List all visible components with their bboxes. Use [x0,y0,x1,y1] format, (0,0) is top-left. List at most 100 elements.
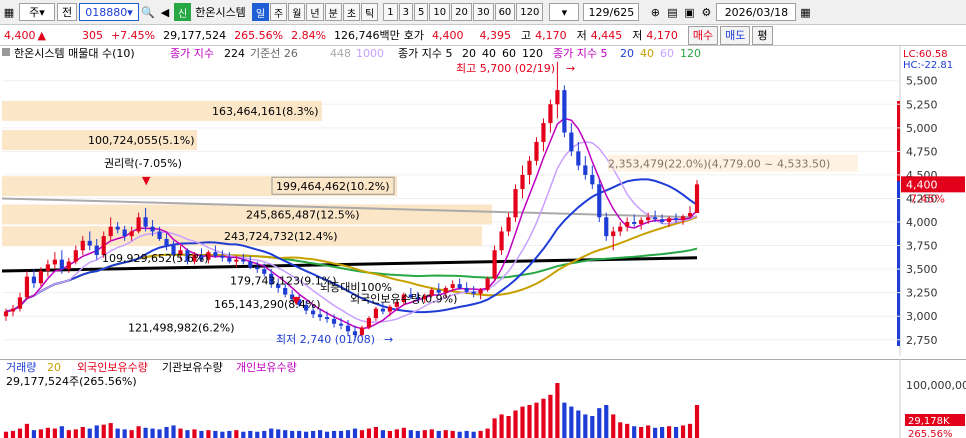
interval-button[interactable]: 1 [383,3,398,21]
volume-bar [317,430,323,438]
period-button[interactable]: 주 [270,3,288,21]
candle-body [150,226,155,232]
price-chart[interactable]: 한온시스템 매물대 수(10) 종가 지수 224 기준선 26 448 1000 종가 지… [0,46,966,356]
buy-button[interactable]: 매수 [687,25,719,45]
grid-icon[interactable]: ▦ [1,4,17,20]
volume-bar [331,430,337,438]
volume-profile-label: 121,498,982(6.2%) [128,322,235,335]
event-arrow: ▼ [292,294,301,307]
interval-button[interactable]: 120 [516,3,544,21]
candle-body [3,311,9,317]
interval-dropdown[interactable]: ▾ [549,3,580,21]
candle-body [520,174,525,190]
volume-bar [359,430,365,438]
volume-bar [255,431,260,438]
volume-bar [199,430,204,438]
legend-ma-period2: 40 [640,47,654,60]
candle-body [499,231,504,251]
candle-body [694,184,700,214]
volume-bar [3,431,9,438]
save-icon[interactable]: ▣ [681,4,697,20]
candle-body [373,308,379,319]
candle-body [234,259,239,262]
interval-button[interactable]: 60 [494,3,516,21]
market-select[interactable]: 주 ▾ [19,3,55,21]
volume-y-tick: 100,000,00 [906,379,966,392]
y-tick-label: 4,750 [906,145,938,158]
volume-bar [101,424,106,438]
legend-ma-period2: 20 [620,47,634,60]
legend-ma-group2: 종가 지수 5 [553,47,607,60]
candle-body [331,319,337,324]
volume-value-label: 29,177,524주(265.56%) [6,375,137,388]
volume-legend-item: 20 [47,361,61,374]
volume-bar [269,428,274,438]
min-label: 최저 2,740 (01/08) [276,333,375,346]
code-input[interactable]: 018880 ▾ [79,3,139,21]
pin-icon[interactable]: ⊕ [647,4,663,20]
period-button[interactable]: 년 [306,3,324,21]
volume-chart[interactable]: 거래량 20 외국인보유수량 기관보유수량 개인보유수량 29,177,524주(265.… [0,359,966,438]
volume-bar [80,427,85,438]
lc-indicator: LC:60.58 [903,49,948,60]
amount: 126,746백만 [334,29,400,42]
date-field[interactable]: 2026/03/18 [716,3,797,21]
sell-button[interactable]: 매도 [720,25,751,45]
period-button[interactable]: 분 [324,3,342,21]
speaker-icon[interactable]: ◀ [157,4,173,20]
interval-button[interactable]: 20 [451,3,472,21]
volume-bar [352,428,358,438]
candle-body [457,284,462,288]
candle-body [255,267,260,270]
volume-bar [115,428,120,438]
candle-body [450,284,455,288]
candle-body [115,226,120,230]
candle-body [73,250,78,262]
candle-body [653,217,658,220]
overlay-label: 외국인보유수량(0.9%) [350,292,457,305]
candle-body [31,276,37,284]
period-button[interactable]: 초 [342,3,361,21]
interval-button[interactable]: 30 [472,3,494,21]
interval-button[interactable]: 10 [429,3,451,21]
candle-body [478,289,483,294]
candle-body [485,278,490,290]
candle-body [213,252,218,256]
volume-bar [31,430,37,438]
candle-body [157,231,162,239]
flat-button[interactable]: 평 [752,25,773,45]
sub-select[interactable]: 전 [57,3,77,21]
candle-body [541,123,546,142]
period-button[interactable]: 월 [288,3,306,21]
period-button[interactable]: 틱 [361,3,379,21]
search-icon[interactable]: 🔍 [140,4,156,20]
candle-body [576,151,581,166]
sub-select-label: 전 [61,6,73,19]
chart-icon[interactable]: ▤ [664,4,680,20]
volume-profile-label: 243,724,732(12.4%) [224,230,338,243]
volume-bar [422,430,427,438]
candle-body [136,217,141,232]
candle-body [639,220,644,224]
volume-bar [185,430,190,438]
volume-bar [387,430,392,438]
volume-bar [520,406,525,438]
period-button[interactable]: 일 [251,3,270,21]
interval-button[interactable]: 3 [398,3,413,21]
volume-bar [666,426,672,438]
current-pct-label: 7.45% [910,192,945,205]
volume-bar [234,430,239,438]
low: 4,170 [646,28,678,42]
legend-ma-d: 1000 [356,47,384,60]
candle-body [45,264,50,271]
count-display: 129/625 [583,3,640,21]
candle-body [345,325,351,332]
interval-button[interactable]: 5 [413,3,429,21]
gear-icon[interactable]: ⚙ [698,4,714,20]
calendar-icon[interactable]: ▦ [797,4,813,20]
volume-bar [290,430,295,438]
volume-bar [178,428,183,438]
volume-bar [443,430,448,438]
volume-legend-item: 기관보유수량 [162,361,223,374]
max-arrow: → [566,62,575,75]
